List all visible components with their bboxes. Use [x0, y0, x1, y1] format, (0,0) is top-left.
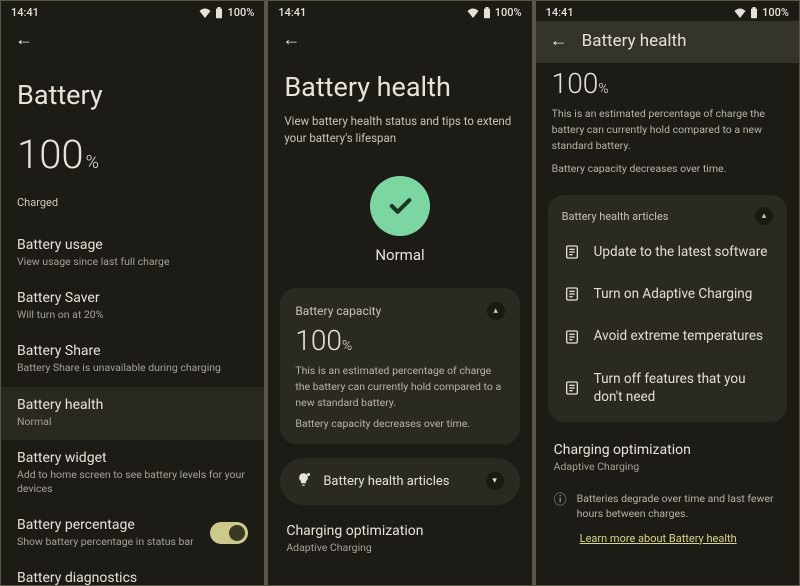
status-battery-pct: 100% [762, 6, 789, 19]
item-battery-usage[interactable]: Battery usageView usage since last full … [1, 227, 264, 280]
health-status-label: Normal [375, 246, 424, 264]
app-bar-title: Battery health [582, 31, 687, 51]
articles-pill[interactable]: Battery health articles ▾ [280, 458, 519, 505]
chevron-down-icon[interactable]: ▾ [486, 472, 504, 490]
app-bar: ← Battery health [536, 21, 799, 63]
back-arrow-icon[interactable]: ← [550, 32, 568, 50]
capacity-value: 100% [295, 324, 504, 357]
health-status-badge: Normal [268, 176, 531, 264]
capacity-value: 100% [552, 67, 783, 100]
battery-percentage-toggle[interactable] [210, 522, 248, 544]
back-arrow-icon[interactable]: ← [15, 31, 33, 49]
status-battery-pct: 100% [495, 6, 522, 19]
articles-card: Battery health articles ▴ Update to the … [548, 195, 787, 422]
battery-icon [483, 7, 491, 19]
wifi-icon [199, 8, 211, 18]
battery-icon [750, 7, 758, 19]
info-icon: ⓘ [554, 492, 567, 521]
item-battery-saver[interactable]: Battery SaverWill turn on at 20% [1, 280, 264, 333]
item-battery-widget[interactable]: Battery widgetAdd to home screen to see … [1, 440, 264, 507]
item-battery-health[interactable]: Battery healthNormal [1, 387, 264, 440]
capacity-section: 100% This is an estimated percentage of … [536, 63, 799, 187]
articles-label: Battery health articles [562, 210, 669, 223]
capacity-label: Battery capacity [295, 304, 381, 318]
status-time: 14:41 [278, 6, 306, 19]
chevron-up-icon[interactable]: ▴ [755, 207, 773, 225]
charged-label: Charged [1, 194, 264, 227]
battery-settings-screen: 14:41 100% ← Battery 100% Charged Batter… [1, 1, 264, 585]
lightbulb-icon [296, 472, 311, 491]
learn-more-link[interactable]: Learn more about Battery health [536, 526, 799, 545]
status-right: 100% [199, 6, 254, 19]
status-right: 100% [734, 6, 789, 19]
wifi-icon [467, 8, 479, 18]
back-arrow-icon[interactable]: ← [282, 31, 300, 49]
item-charging-optimization[interactable]: Charging optimization Adaptive Charging [268, 511, 531, 560]
info-note: ⓘ Batteries degrade over time and last f… [536, 479, 799, 525]
wifi-icon [734, 8, 746, 18]
status-bar: 14:41 100% [268, 1, 531, 21]
article-icon [564, 329, 580, 345]
article-item[interactable]: Avoid extreme temperatures [562, 315, 773, 357]
capacity-note: Battery capacity decreases over time. [552, 161, 783, 177]
battery-health-screen: 14:41 100% ← Battery health View battery… [268, 1, 531, 585]
item-charging-optimization[interactable]: Charging optimization Adaptive Charging [536, 430, 799, 479]
status-bar: 14:41 100% [536, 1, 799, 21]
capacity-desc: This is an estimated percentage of charg… [552, 106, 783, 153]
status-right: 100% [467, 6, 522, 19]
article-icon [564, 244, 580, 260]
chevron-up-icon[interactable]: ▴ [487, 302, 505, 320]
battery-icon [215, 7, 223, 19]
capacity-desc: This is an estimated percentage of charg… [295, 363, 504, 410]
page-title: Battery health [268, 55, 531, 113]
item-battery-diagnostics[interactable]: Battery diagnosticsRun tests to check yo… [1, 560, 264, 585]
item-battery-percentage[interactable]: Battery percentageShow battery percentag… [1, 507, 264, 560]
capacity-card[interactable]: Battery capacity ▴ 100% This is an estim… [280, 288, 519, 443]
article-item[interactable]: Turn on Adaptive Charging [562, 273, 773, 315]
status-time: 14:41 [11, 6, 39, 19]
battery-health-scrolled-screen: 14:41 100% ← Battery health 100% This is… [536, 1, 799, 585]
page-title: Battery [1, 55, 264, 121]
item-battery-share[interactable]: Battery ShareBattery Share is unavailabl… [1, 333, 264, 386]
articles-label: Battery health articles [323, 474, 449, 489]
article-item[interactable]: Turn off features that you don't need [562, 358, 773, 418]
article-icon [564, 380, 580, 396]
battery-level: 100% [1, 121, 264, 180]
status-battery-pct: 100% [227, 6, 254, 19]
status-time: 14:41 [546, 6, 574, 19]
status-bar: 14:41 100% [1, 1, 264, 21]
capacity-note: Battery capacity decreases over time. [295, 417, 504, 430]
article-item[interactable]: Update to the latest software [562, 231, 773, 273]
article-icon [564, 286, 580, 302]
check-circle-icon [370, 176, 430, 236]
page-subtitle: View battery health status and tips to e… [268, 113, 531, 158]
